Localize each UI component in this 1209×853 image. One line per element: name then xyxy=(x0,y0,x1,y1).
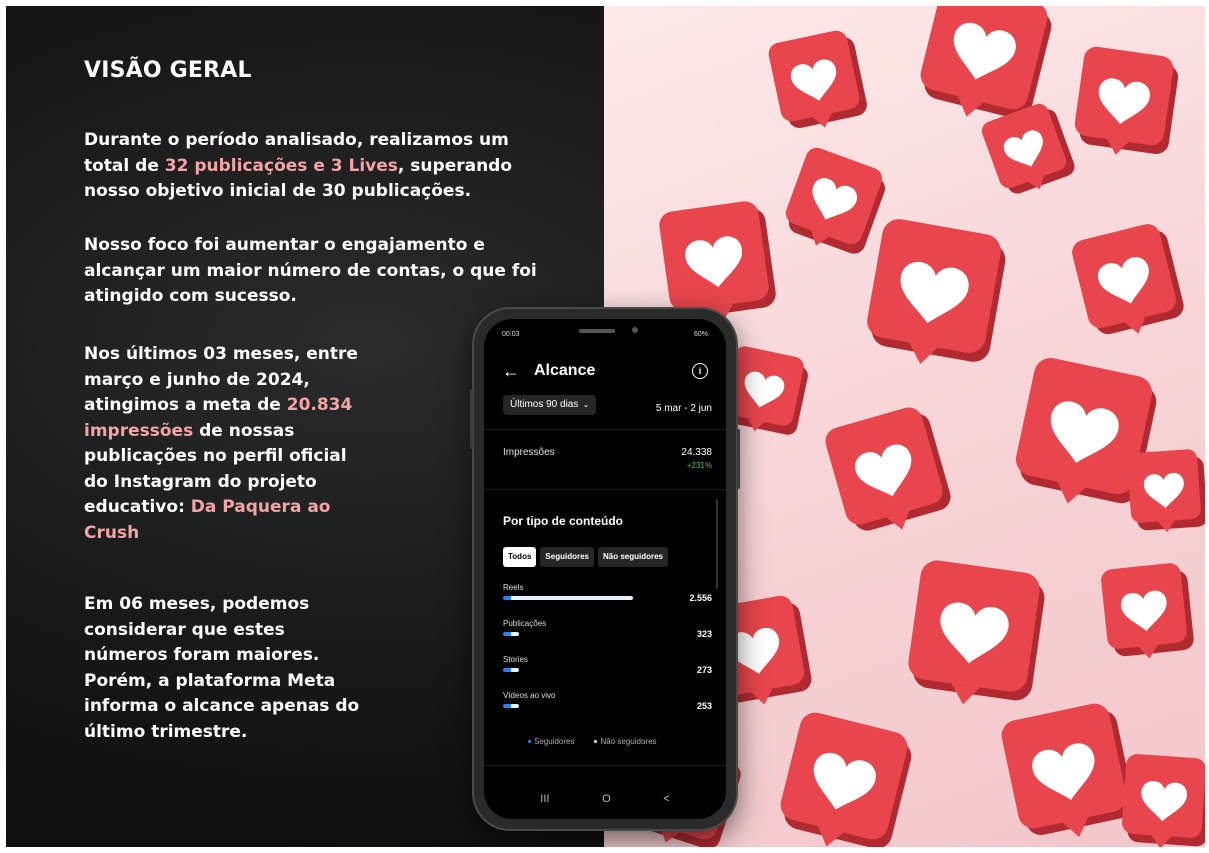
page-title: Alcance xyxy=(534,362,596,379)
content-type-row: Stories 273 xyxy=(503,655,712,675)
heart-like-icon xyxy=(1074,46,1179,155)
reach-bar xyxy=(503,668,519,672)
reach-bar xyxy=(503,632,519,636)
legend-dot xyxy=(528,740,531,744)
legend-dot xyxy=(594,740,598,744)
back-button[interactable]: < xyxy=(663,793,669,805)
phone-mockup: 00:03 60% ← Alcance i Últimos 90 dias ⌄ … xyxy=(470,309,740,829)
reach-bar xyxy=(503,596,633,600)
paragraph-publications: Durante o período analisado, realizamos … xyxy=(84,128,544,205)
speaker-slot xyxy=(579,329,615,333)
back-arrow-icon[interactable]: ← xyxy=(502,361,524,382)
heart-like-icon xyxy=(981,103,1075,194)
paragraph-note: Em 06 meses, podemos considerar que este… xyxy=(84,594,360,742)
overview-text: VISÃO GERAL Durante o período analisado,… xyxy=(84,58,554,742)
divider xyxy=(484,489,726,490)
legend-followers: Seguidores xyxy=(528,737,574,746)
content-type-value: 323 xyxy=(696,629,712,639)
reach-bar-track xyxy=(503,632,673,636)
reach-bar xyxy=(503,704,519,708)
heart-like-icon xyxy=(1101,563,1194,659)
overview-title: VISÃO GERAL xyxy=(84,58,252,83)
publications-highlight: 32 publicações e 3 Lives xyxy=(164,155,398,176)
reach-bar-track xyxy=(503,596,673,600)
impressions-value: 24.338 xyxy=(681,447,712,458)
content-type-row: Vídeos ao vivo 253 xyxy=(503,691,712,711)
heart-like-icon xyxy=(1001,703,1134,838)
recent-apps-button[interactable]: III xyxy=(540,793,549,805)
reach-header: ← Alcance i xyxy=(502,361,708,381)
heart-like-icon xyxy=(785,147,886,254)
content-type-label: Stories xyxy=(503,655,528,664)
chart-legend: Seguidores Não seguidores xyxy=(528,737,657,746)
tab-seguidores[interactable]: Seguidores xyxy=(540,547,594,567)
reach-bar-track xyxy=(503,668,673,672)
audience-tabs: Todos Seguidores Não seguidores xyxy=(503,547,668,567)
legend-non-followers: Não seguidores xyxy=(594,737,657,746)
legend-label: Seguidores xyxy=(534,737,575,746)
impressions-label: Impressões xyxy=(503,447,555,458)
heart-like-icon xyxy=(1072,224,1184,335)
slide: VISÃO GERAL Durante o período analisado,… xyxy=(6,6,1205,847)
content-type-value: 273 xyxy=(696,665,712,675)
period-selector[interactable]: Últimos 90 dias ⌄ xyxy=(503,395,597,415)
info-icon[interactable]: i xyxy=(692,363,708,379)
paragraph-impressions: Nos últimos 03 meses, entre março e junh… xyxy=(84,342,374,546)
content-type-value: 2.556 xyxy=(689,593,712,603)
phone-volume-button xyxy=(470,389,473,449)
divider xyxy=(484,765,726,766)
period-label: Últimos 90 dias xyxy=(510,399,579,410)
content-type-row: Reels 2.556 xyxy=(503,583,712,603)
scrollbar[interactable] xyxy=(716,499,718,589)
heart-like-icon xyxy=(867,219,1006,364)
phone-power-button xyxy=(737,429,740,489)
heart-like-icon xyxy=(1122,754,1205,847)
status-battery: 60% xyxy=(693,331,708,338)
heart-like-icon xyxy=(1127,449,1205,533)
divider xyxy=(484,429,726,430)
content-type-label: Vídeos ao vivo xyxy=(503,691,556,700)
content-type-label: Reels xyxy=(503,583,524,592)
content-type-label: Publicações xyxy=(503,619,547,628)
date-range: 5 mar - 2 jun xyxy=(655,403,712,414)
content-type-title: Por tipo de conteúdo xyxy=(503,514,623,528)
impressions-change: +231% xyxy=(686,461,712,470)
phone-screen: 00:03 60% ← Alcance i Últimos 90 dias ⌄ … xyxy=(484,319,726,819)
android-nav-bar: III O < xyxy=(484,793,726,805)
heart-like-icon xyxy=(768,30,867,128)
status-time: 00:03 xyxy=(502,331,520,338)
home-button[interactable]: O xyxy=(602,793,611,805)
front-camera xyxy=(632,327,638,333)
tab-todos[interactable]: Todos xyxy=(503,547,537,567)
heart-like-icon xyxy=(825,407,951,531)
tab-nao-seguidores[interactable]: Não seguidores xyxy=(597,547,668,567)
content-type-row: Publicações 323 xyxy=(503,619,712,639)
legend-label: Não seguidores xyxy=(600,737,657,746)
heart-like-icon xyxy=(780,712,912,847)
reach-bar-track xyxy=(503,704,673,708)
heart-like-icon xyxy=(908,560,1045,705)
paragraph-focus: Nosso foco foi aumentar o engajamento e … xyxy=(84,235,537,306)
content-type-value: 253 xyxy=(696,701,712,711)
chevron-down-icon: ⌄ xyxy=(580,400,590,409)
